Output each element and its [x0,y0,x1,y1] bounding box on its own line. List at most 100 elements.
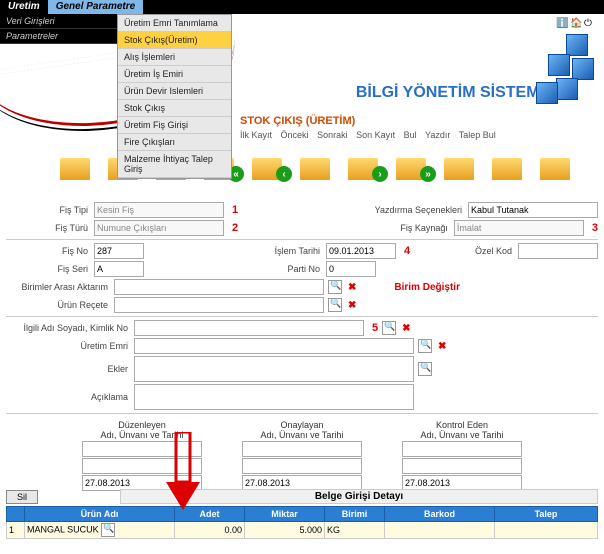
marker-5: 5 [372,322,378,334]
label-ilgili: İlgili Adı Soyadı, Kimlik No [6,323,130,333]
menu-item[interactable]: Stok Çıkış [118,100,231,117]
yazdirma-select[interactable] [468,202,598,218]
menu-item[interactable]: Ürün Devir Islemleri [118,83,231,100]
fisseri-input[interactable] [94,261,144,277]
marker-1: 1 [232,204,238,216]
search-icon[interactable] [328,298,342,312]
search-icon[interactable] [418,362,432,376]
th-talep[interactable]: Talep [495,507,598,522]
search-icon[interactable] [382,321,396,335]
ekler-input[interactable] [134,356,414,382]
label-partino: Parti No [262,264,322,274]
birimler-input[interactable] [114,279,324,295]
nav-next[interactable]: Sonraki [317,130,348,140]
cell-adet[interactable]: 0.00 [175,522,245,539]
ilgili-input[interactable] [134,320,364,336]
label-yazdirma: Yazdırma Seçenekleri [364,205,464,215]
islemtarihi-input[interactable] [326,243,396,259]
partino-input[interactable] [326,261,376,277]
folder-prev-icon[interactable]: ‹ [252,146,290,180]
menu-item[interactable]: Malzeme İhtiyaç Talep Giriş [118,151,231,178]
sig-kon-title-input[interactable] [402,458,522,474]
clear-icon[interactable]: ✖ [438,341,446,352]
dropdown-menu: Üretim Emri Tanımlama Stok Çıkış(Üretim)… [117,14,232,179]
clear-icon[interactable]: ✖ [402,323,410,334]
label-fisseri: Fiş Seri [6,264,90,274]
delete-button[interactable]: Sil [6,490,38,504]
th-urunadi[interactable]: Ürün Adı [25,507,175,522]
sig-ona-name[interactable] [242,441,362,457]
menu-item[interactable]: Üretim Emri Tanımlama [118,15,231,32]
label-fisno: Fiş No [6,246,90,256]
th-blank [7,507,25,522]
detail-table: Ürün Adı Adet Miktar Birimi Barkod Talep… [6,506,598,539]
ozelkod-input[interactable] [518,243,598,259]
fisturu-select[interactable] [94,220,224,236]
label-islemtarihi: İşlem Tarihi [262,246,322,256]
label-birimler: Birimler Arası Aktarım [6,282,110,292]
menu-item[interactable]: Fire Çıkışları [118,134,231,151]
label-fiskaynagi: Fiş Kaynağı [350,223,450,233]
menu-item[interactable]: Üretim Fiş Girişi [118,117,231,134]
fisno-input[interactable] [94,243,144,259]
sig-ona-title: Onaylayan [242,420,362,430]
nav-last[interactable]: Son Kayıt [356,130,395,140]
nav-first[interactable]: İlk Kayıt [240,130,272,140]
label-ekler: Ekler [6,364,130,374]
folder-last-icon[interactable]: » [396,146,434,180]
search-icon[interactable] [418,339,432,353]
fistipi-select[interactable] [94,202,224,218]
nav-print[interactable]: Yazdır [425,130,450,140]
sig-kon-title: Kontrol Eden [402,420,522,430]
record-nav: İlk Kayıt Önceki Sonraki Son Kayıt Bul Y… [240,130,502,140]
label-fisturu: Fiş Türü [6,223,90,233]
folder-icon[interactable] [492,146,530,180]
nav-talep[interactable]: Talep Bul [459,130,496,140]
cell-birim[interactable]: KG [325,522,385,539]
aciklama-input[interactable] [134,384,414,410]
menu-item[interactable]: Stok Çıkış(Üretim) [118,32,231,49]
cell-idx: 1 [7,522,25,539]
sig-kon-name[interactable] [402,441,522,457]
uretimemri-input[interactable] [134,338,414,354]
nav-find[interactable]: Bul [404,130,417,140]
search-icon[interactable] [101,523,115,537]
search-icon[interactable] [328,280,342,294]
fiskaynagi-select[interactable] [454,220,584,236]
sig-sub: Adı, Ünvanı ve Tarihi [402,430,522,440]
cell-miktar[interactable]: 5.000 [245,522,325,539]
clear-icon[interactable]: ✖ [348,300,356,311]
marker-3: 3 [592,222,598,234]
brand-title: BİLGİ YÖNETİM SİSTEMİ [356,84,544,102]
label-uretimemri: Üretim Emri [6,341,130,351]
menu-item[interactable]: Alış İşlemleri [118,49,231,66]
folder-icon[interactable] [300,146,338,180]
table-row[interactable]: 1 MANGAL SUCUK 0.00 5.000 KG [7,522,598,539]
clear-icon[interactable]: ✖ [348,282,356,293]
cell-name[interactable]: MANGAL SUCUK [25,522,175,539]
cell-talep[interactable] [495,522,598,539]
th-miktar[interactable]: Miktar [245,507,325,522]
folder-icon[interactable] [444,146,482,180]
marker-2: 2 [232,222,238,234]
label-urunrecete: Ürün Reçete [6,300,110,310]
birim-degistir-link[interactable]: Birim Değiştir [394,282,460,293]
folder-next-icon[interactable]: › [348,146,386,180]
top-tab-genel[interactable]: Genel Parametre [48,0,144,14]
folder-icon[interactable] [60,146,98,180]
menu-item[interactable]: Üretim İş Emiri [118,66,231,83]
folder-icon[interactable] [540,146,578,180]
th-birimi[interactable]: Birimi [325,507,385,522]
sig-duz-title: Düzenleyen [82,420,202,430]
annotation-arrow [158,432,208,512]
sig-sub: Adı, Ünvanı ve Tarihi [242,430,362,440]
label-fistipi: Fiş Tipi [6,205,90,215]
page-subtitle: STOK ÇIKIŞ (ÜRETİM) [240,115,355,127]
top-tab-uretim[interactable]: Uretim [0,0,48,14]
urunrecete-input[interactable] [114,297,324,313]
nav-prev[interactable]: Önceki [281,130,309,140]
cell-barkod[interactable] [385,522,495,539]
th-barkod[interactable]: Barkod [385,507,495,522]
label-aciklama: Açıklama [6,392,130,402]
sig-ona-title-input[interactable] [242,458,362,474]
